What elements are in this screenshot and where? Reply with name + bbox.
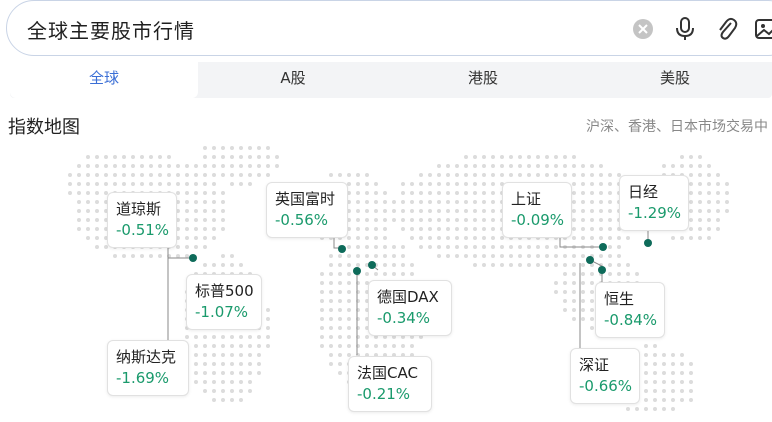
index-name: 道琼斯 bbox=[116, 200, 162, 218]
index-name: 法国CAC bbox=[357, 364, 418, 382]
index-change: -1.69% bbox=[116, 369, 170, 387]
market-tabs: 全球 A股 港股 美股 bbox=[10, 62, 772, 98]
marker-shanghai bbox=[599, 243, 607, 251]
marker-hangseng bbox=[598, 266, 606, 274]
index-card-nikkei[interactable]: 日经 -1.29% bbox=[619, 175, 689, 231]
market-status-note: 沪深、香港、日本市场交易中 bbox=[586, 119, 768, 135]
index-name: 日经 bbox=[628, 183, 659, 201]
index-card-dax[interactable]: 德国DAX -0.34% bbox=[368, 280, 452, 336]
marker-shenzhen bbox=[586, 256, 594, 264]
search-bar[interactable]: 全球主要股市行情 bbox=[6, 0, 772, 56]
tab-us-shares[interactable]: 美股 bbox=[578, 62, 772, 98]
index-change: -0.56% bbox=[275, 211, 329, 229]
index-change: -0.66% bbox=[579, 377, 633, 395]
index-name: 标普500 bbox=[195, 282, 254, 300]
image-icon[interactable] bbox=[753, 15, 772, 43]
index-card-shanghai[interactable]: 上证 -0.09% bbox=[502, 182, 572, 238]
index-name: 德国DAX bbox=[377, 288, 439, 306]
index-card-ftse[interactable]: 英国富时 -0.56% bbox=[266, 182, 348, 238]
index-card-dow[interactable]: 道琼斯 -0.51% bbox=[107, 192, 177, 248]
marker-ftse bbox=[338, 245, 346, 253]
marker-nikkei bbox=[644, 239, 652, 247]
index-change: -0.34% bbox=[377, 309, 431, 327]
index-change: -0.84% bbox=[604, 311, 658, 329]
tab-global[interactable]: 全球 bbox=[10, 62, 198, 98]
index-name: 上证 bbox=[511, 190, 542, 208]
index-card-cac[interactable]: 法国CAC -0.21% bbox=[348, 356, 432, 412]
index-name: 恒生 bbox=[604, 290, 635, 308]
index-card-nasdaq[interactable]: 纳斯达克 -1.69% bbox=[107, 340, 189, 396]
index-card-hangseng[interactable]: 恒生 -0.84% bbox=[595, 282, 665, 338]
index-card-sp500[interactable]: 标普500 -1.07% bbox=[186, 274, 262, 330]
index-change: -0.21% bbox=[357, 385, 411, 403]
search-input[interactable]: 全球主要股市行情 bbox=[27, 15, 195, 44]
index-card-shenzhen[interactable]: 深证 -0.66% bbox=[570, 348, 640, 404]
tab-hk-shares[interactable]: 港股 bbox=[388, 62, 578, 98]
index-change: -1.07% bbox=[195, 303, 249, 321]
index-change: -0.09% bbox=[511, 211, 565, 229]
paperclip-icon[interactable] bbox=[713, 15, 741, 43]
tab-a-shares[interactable]: A股 bbox=[198, 62, 388, 98]
index-change: -1.29% bbox=[628, 204, 682, 222]
microphone-icon[interactable] bbox=[671, 15, 699, 43]
clear-icon[interactable] bbox=[629, 15, 657, 43]
marker-sp500 bbox=[189, 254, 197, 262]
index-change: -0.51% bbox=[116, 221, 170, 239]
marker-cac bbox=[353, 267, 361, 275]
index-name: 深证 bbox=[579, 356, 610, 374]
marker-dax bbox=[368, 261, 376, 269]
section-title: 指数地图 bbox=[8, 117, 80, 138]
index-name: 英国富时 bbox=[275, 190, 336, 208]
index-name: 纳斯达克 bbox=[116, 348, 177, 366]
